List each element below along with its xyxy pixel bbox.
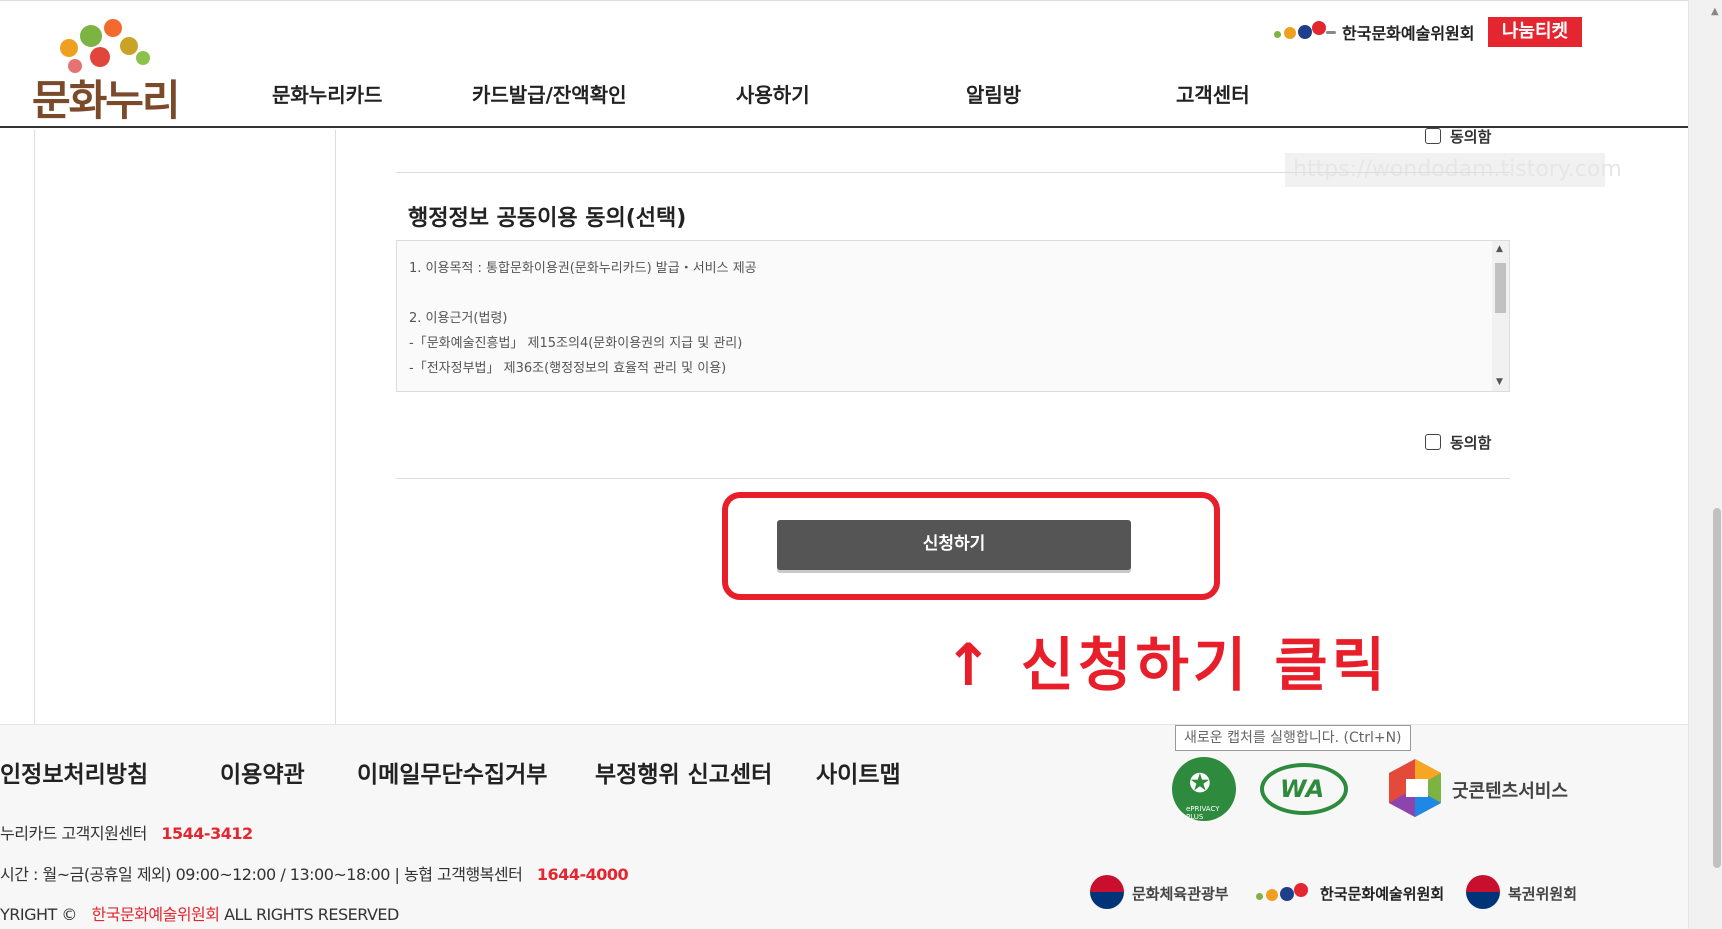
apply-button[interactable]: 신청하기 [777, 520, 1131, 570]
agree-checkbox[interactable] [1425, 434, 1441, 450]
watermark: https://wondodam.tistory.com [1285, 153, 1622, 187]
prev-agree-checkbox[interactable] [1425, 128, 1441, 144]
hours-label: 시간 : 월~금(공휴일 제외) 09:00~12:00 / 13:00~18:… [0, 865, 523, 884]
nh-phone: 1644-4000 [536, 865, 629, 884]
textbox-scroll-thumb[interactable] [1495, 263, 1506, 313]
consent-line: 1. 이용목적 : 통합문화이용권(문화누리카드) 발급・서비스 제공 [409, 261, 757, 276]
support-phone: 1544-3412 [161, 824, 253, 843]
hours-info: 시간 : 월~금(공휴일 제외) 09:00~12:00 / 13:00~18:… [0, 861, 629, 885]
logo-text: 문화누리 [32, 76, 181, 125]
consent-line: -「전자정부법」 제36조(행정정보의 효율적 관리 및 이용) [409, 361, 727, 376]
prev-agree-label: 동의함 [1450, 128, 1492, 146]
nav-item-support[interactable]: 고객센터 [1176, 79, 1250, 108]
site-header: 문화누리 문화누리카드 카드발급/잔액확인 사용하기 알림방 고객센터 한국문화… [0, 0, 1688, 128]
gov-logo-arko[interactable]: 한국문화예술위원회 [1256, 875, 1456, 911]
good-contents-icon [1389, 759, 1441, 817]
copyright-suffix: ALL RIGHTS RESERVED [224, 905, 399, 924]
taegeuk-icon [1090, 875, 1124, 909]
scroll-up-icon[interactable]: ▲ [1711, 6, 1719, 17]
nav-item-usage[interactable]: 사용하기 [736, 79, 810, 108]
eprivacy-icon: ✪ [1189, 769, 1211, 799]
gov-logo-lottery[interactable]: 복권위원회 [1466, 875, 1596, 911]
section-title: 행정정보 공동이용 동의(선택) [408, 206, 687, 231]
top-brand: 한국문화예술위원회 나눔티켓 [1272, 17, 1582, 47]
divider [396, 478, 1510, 479]
footer-link-no-email[interactable]: 이메일무단수집거부 [357, 755, 547, 789]
divider [396, 172, 1510, 173]
click-annotation: ↑ 신청하기 클릭 [944, 631, 1390, 699]
gov-name: 한국문화예술위원회 [1320, 885, 1445, 903]
gov-name: 문화체육관광부 [1132, 885, 1229, 903]
footer-link-privacy[interactable]: 인정보처리방침 [0, 755, 148, 789]
support-info: 누리카드 고객지원센터 1544-3412 [0, 820, 253, 844]
main-nav: 문화누리카드 카드발급/잔액확인 사용하기 알림방 고객센터 [250, 79, 1270, 109]
taegeuk-icon [1466, 875, 1500, 909]
page-scrollbar[interactable]: ▲ [1688, 0, 1722, 929]
consent-textbox[interactable]: 1. 이용목적 : 통합문화이용권(문화누리카드) 발급・서비스 제공 2. 이… [396, 240, 1510, 392]
munhwanuri-logo[interactable]: 문화누리 [32, 17, 182, 125]
textbox-scrollbar[interactable]: ▲ ▼ [1492, 241, 1509, 391]
copyright: YRIGHT © 한국문화예술위원회 ALL RIGHTS RESERVED [0, 901, 399, 925]
wa-text: WA [1280, 775, 1325, 803]
eprivacy-badge[interactable]: ✪ ePRIVACY PLUS [1172, 757, 1236, 821]
nav-item-card[interactable]: 문화누리카드 [272, 79, 382, 108]
web-accessibility-badge[interactable]: WA [1260, 757, 1348, 821]
arko-name: 한국문화예술위원회 [1342, 24, 1475, 43]
footer-link-terms[interactable]: 이용약관 [220, 755, 305, 789]
consent-line: -「문화예술진흥법」 제15조의4(문화이용권의 지급 및 관리) [409, 336, 743, 351]
good-contents-text: 굿콘텐츠서비스 [1452, 781, 1568, 802]
nav-item-notice[interactable]: 알림방 [966, 79, 1021, 108]
good-contents-badge[interactable]: 굿콘텐츠서비스 [1386, 757, 1576, 821]
footer-link-report[interactable]: 부정행위 신고센터 [595, 755, 772, 789]
gov-name: 복권위원회 [1508, 885, 1578, 903]
left-sidebar [34, 130, 336, 724]
site-footer: 인정보처리방침 이용약관 이메일무단수집거부 부정행위 신고센터 사이트맵 누리… [0, 724, 1688, 929]
copyright-prefix: YRIGHT © [0, 905, 77, 924]
scroll-down-icon[interactable]: ▼ [1496, 377, 1503, 387]
scrollbar-thumb[interactable] [1713, 508, 1721, 868]
copyright-org: 한국문화예술위원회 [91, 905, 220, 924]
capture-tooltip: 새로운 캡처를 실행합니다. (Ctrl+N) [1175, 725, 1411, 751]
consent-line: 2. 이용근거(법령) [409, 311, 508, 326]
nav-item-issue-balance[interactable]: 카드발급/잔액확인 [472, 79, 627, 108]
footer-link-sitemap[interactable]: 사이트맵 [816, 755, 901, 789]
eprivacy-text: ePRIVACY PLUS [1186, 805, 1220, 821]
gov-logo-mcst[interactable]: 문화체육관광부 [1090, 875, 1240, 911]
support-label: 누리카드 고객지원센터 [0, 824, 147, 843]
agree-label: 동의함 [1450, 434, 1492, 452]
nanum-ticket-logo[interactable]: 나눔티켓 [1488, 17, 1582, 47]
scroll-up-icon[interactable]: ▲ [1496, 244, 1503, 254]
